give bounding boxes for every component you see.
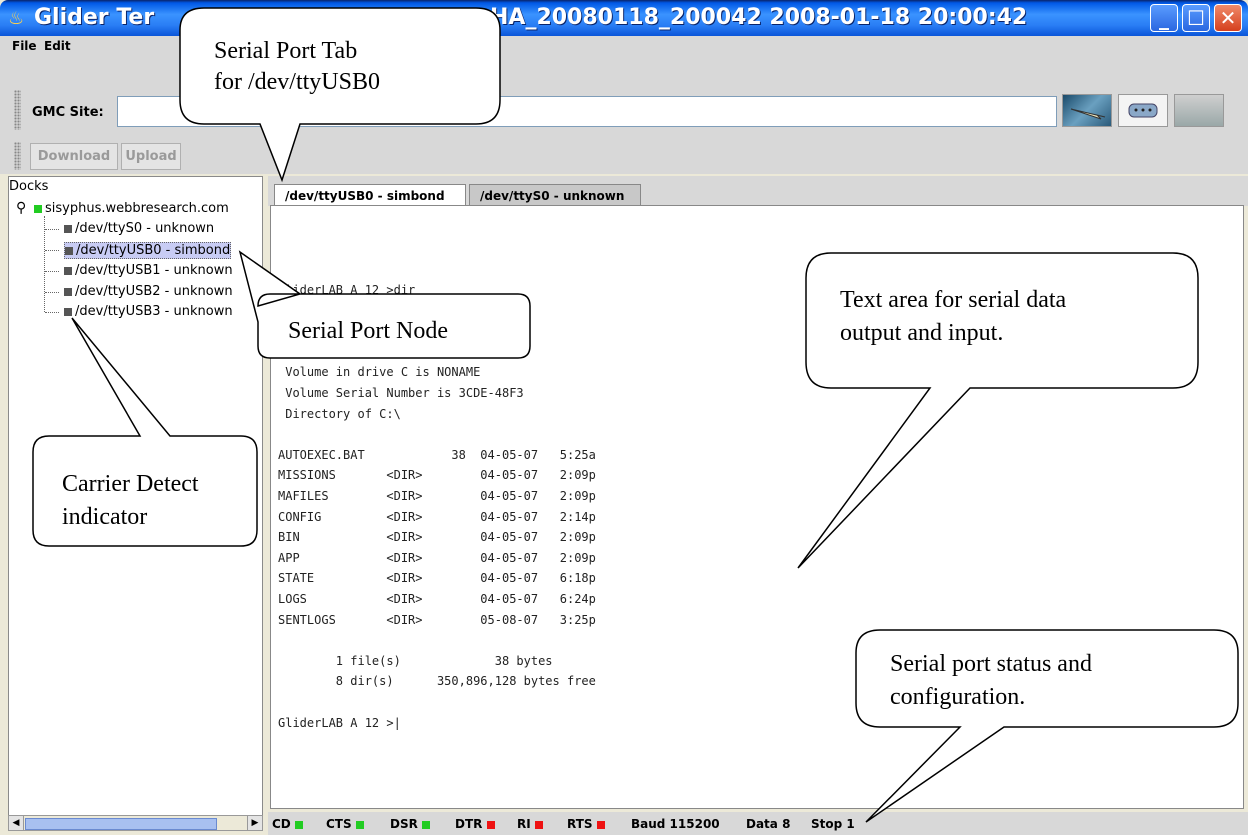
status-callout: Serial port status and configuration. bbox=[890, 648, 1092, 714]
carrier-detect-callout: Carrier Detect indicator bbox=[62, 468, 199, 534]
callout-line: Serial Port Tab bbox=[214, 38, 358, 64]
callout-line: Text area for serial data bbox=[840, 287, 1067, 313]
text-area-callout: Text area for serial data output and inp… bbox=[840, 284, 1066, 350]
serial-tab-callout: Serial Port Tab for /dev/ttyUSB0 bbox=[214, 36, 380, 98]
callout-line: configuration. bbox=[890, 684, 1026, 710]
callout-line: indicator bbox=[62, 504, 148, 530]
callout-line: Serial port status and bbox=[890, 651, 1092, 677]
callout-line: for /dev/ttyUSB0 bbox=[214, 69, 380, 95]
callout-line: output and input. bbox=[840, 320, 1004, 346]
serial-node-callout: Serial Port Node bbox=[288, 318, 448, 344]
callout-line: Carrier Detect bbox=[62, 471, 199, 497]
